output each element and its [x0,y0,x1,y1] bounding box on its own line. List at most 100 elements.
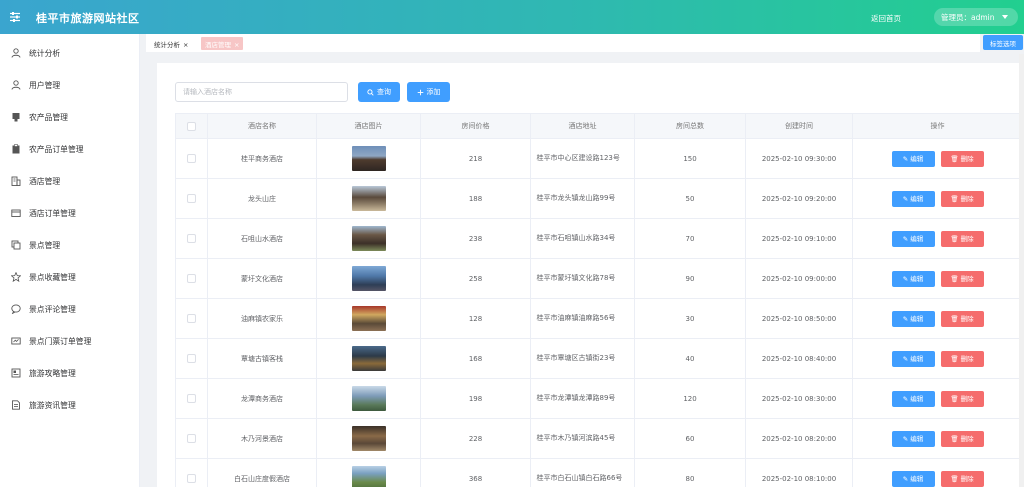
caret-down-icon [1002,15,1008,19]
sidebar-item-travel-guides[interactable]: 旅游攻略管理 [0,357,140,389]
delete-button[interactable]: 🗑 删除 [940,430,984,447]
sidebar-item-travel-news[interactable]: 旅游资讯管理 [0,389,140,421]
tab-options-button[interactable]: 标签选项 [983,35,1023,50]
sliders-menu-icon[interactable] [9,11,21,23]
room-price: 218 [420,138,531,179]
delete-button[interactable]: 🗑 删除 [940,270,984,287]
room-price: 368 [420,458,531,487]
select-all-checkbox[interactable] [187,121,196,131]
edit-button[interactable]: ✎ 编辑 [891,150,935,167]
hotel-address: 桂平市白石山镇白石路66号 [536,474,623,482]
hotel-image [351,466,386,487]
tabs-bar: 统计分析 × 酒店管理 × [146,34,980,52]
sidebar-item-ticket-orders[interactable]: 景点门票订单管理 [0,325,140,357]
row-checkbox[interactable] [187,274,196,283]
sidebar-item-label: 旅游资讯管理 [29,401,76,410]
delete-button[interactable]: 🗑 删除 [940,390,984,407]
hotel-image [351,346,386,371]
room-count: 30 [634,298,746,339]
sidebar-item-product-orders[interactable]: 农产品订单管理 [0,133,140,165]
sidebar-item-products[interactable]: 农产品管理 [0,101,140,133]
edit-button[interactable]: ✎ 编辑 [891,230,935,247]
edit-button[interactable]: ✎ 编辑 [891,470,935,487]
edit-button[interactable]: ✎ 编辑 [891,190,935,207]
hotel-name: 石咀山水酒店 [207,218,317,259]
query-label: 查询 [377,88,391,96]
sidebar-item-label: 用户管理 [29,81,61,90]
edit-label: 编辑 [910,154,924,163]
delete-label: 删除 [960,234,974,243]
sidebar-item-hotels[interactable]: 酒店管理 [0,165,140,197]
hotel-image [351,146,386,171]
row-checkbox[interactable] [187,314,196,323]
row-checkbox[interactable] [187,354,196,363]
delete-button[interactable]: 🗑 删除 [940,230,984,247]
add-button[interactable]: 添加 [407,82,450,102]
edit-button[interactable]: ✎ 编辑 [891,310,935,327]
table-row: 龙头山庄 188 桂平市龙头镇龙山路99号 50 2025-02-10 09:2… [175,178,1023,219]
admin-label: 管理员：admin [941,13,995,22]
sidebar-item-hotel-orders[interactable]: 酒店订单管理 [0,197,140,229]
admin-dropdown[interactable]: 管理员：admin [934,8,1018,26]
row-checkbox[interactable] [187,394,196,403]
room-price: 168 [420,338,531,379]
sidebar-item-users[interactable]: 用户管理 [0,69,140,101]
row-checkbox[interactable] [187,474,196,483]
room-price: 128 [420,298,531,339]
delete-button[interactable]: 🗑 删除 [940,310,984,327]
copy-icon [11,240,21,250]
delete-label: 删除 [960,354,974,363]
sidebar-item-attractions[interactable]: 景点管理 [0,229,140,261]
delete-button[interactable]: 🗑 删除 [940,350,984,367]
box-icon [12,113,20,122]
row-checkbox[interactable] [187,154,196,163]
column-header: 房间总数 [634,113,746,139]
edit-button[interactable]: ✎ 编辑 [891,390,935,407]
hotel-address: 桂平市覃塘区古镇街23号 [536,354,616,362]
page-scrollbar[interactable] [1019,54,1024,487]
close-icon[interactable]: × [183,41,188,49]
hotel-address: 桂平市木乃镇河滨路45号 [536,434,616,442]
delete-button[interactable]: 🗑 删除 [940,470,984,487]
trash-icon: 🗑 [950,194,961,203]
hotel-name: 桂平商务酒店 [207,138,317,179]
row-checkbox[interactable] [187,234,196,243]
column-header: 房间价格 [420,113,531,139]
edit-button[interactable]: ✎ 编辑 [891,430,935,447]
close-icon[interactable]: × [234,41,239,49]
add-label: 添加 [426,88,441,96]
query-button[interactable]: 查询 [358,82,400,102]
trash-icon: 🗑 [950,314,961,323]
home-link[interactable]: 返回首页 [871,13,901,24]
top-header: 桂平市旅游网站社区 返回首页 管理员：admin [0,0,1024,34]
trash-icon: 🗑 [950,354,961,363]
tab-hotel-management[interactable]: 酒店管理 × [201,37,244,50]
edit-button[interactable]: ✎ 编辑 [891,270,935,287]
delete-button[interactable]: 🗑 删除 [940,150,984,167]
sidebar-item-statistics[interactable]: 统计分析 [0,37,140,69]
row-checkbox[interactable] [187,194,196,203]
column-header: 酒店地址 [530,113,635,139]
delete-label: 删除 [960,194,974,203]
room-price: 198 [420,378,531,419]
table-row: 蒙圩文化酒店 258 桂平市蒙圩镇文化路78号 90 2025-02-10 09… [175,258,1023,299]
row-checkbox[interactable] [187,434,196,443]
room-count: 40 [634,338,746,379]
room-count: 90 [634,258,746,299]
tab-label: 统计分析 [154,41,180,49]
star-icon [11,272,21,282]
trash-icon: 🗑 [950,234,961,243]
hotel-name-search-input[interactable] [175,82,348,102]
sidebar-item-label: 旅游攻略管理 [29,369,76,378]
hotel-image [351,306,386,331]
sidebar-item-label: 景点管理 [29,241,61,250]
table-header-row: 酒店名称 酒店图片 房间价格 酒店地址 房间总数 创建时间 操作 [175,113,1023,139]
delete-button[interactable]: 🗑 删除 [940,190,984,207]
delete-label: 删除 [960,474,974,483]
tab-statistics[interactable]: 统计分析 × [150,37,192,50]
sidebar-item-attraction-favorites[interactable]: 景点收藏管理 [0,261,140,293]
hotel-name: 木乃河景酒店 [207,418,317,459]
edit-button[interactable]: ✎ 编辑 [891,350,935,367]
sidebar-item-attraction-comments[interactable]: 景点评论管理 [0,293,140,325]
room-count: 120 [634,378,746,419]
